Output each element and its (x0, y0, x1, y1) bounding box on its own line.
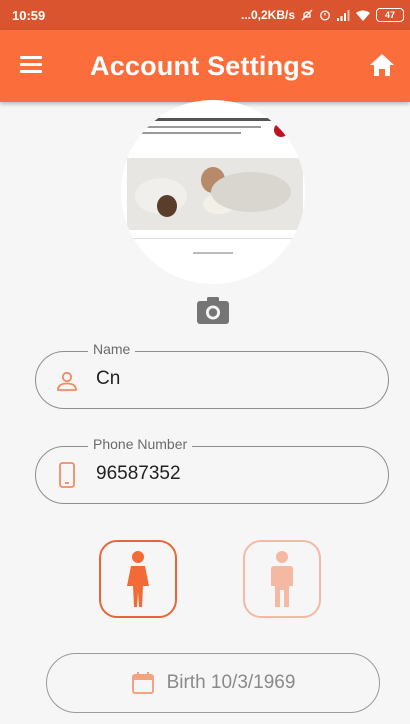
female-gender-button[interactable] (99, 540, 177, 618)
birth-date-button[interactable]: Birth 10/3/1969 (46, 653, 380, 713)
male-icon (271, 551, 293, 607)
name-field[interactable]: Name (35, 341, 389, 409)
birth-date-text: Birth 10/3/1969 (166, 672, 296, 693)
status-time: 10:59 (12, 7, 46, 23)
phone-input[interactable] (96, 463, 356, 485)
signal-icon (337, 9, 350, 21)
page-title: Account Settings (90, 51, 316, 81)
female-icon (127, 551, 149, 607)
camera-icon[interactable] (197, 296, 229, 324)
hamburger-menu-icon[interactable] (20, 56, 42, 74)
male-gender-button[interactable] (243, 540, 321, 618)
person-icon (57, 371, 77, 391)
home-icon[interactable] (368, 52, 396, 78)
mute-icon (301, 9, 313, 21)
phone-field-label: Phone Number (88, 436, 193, 452)
calendar-icon (131, 672, 154, 694)
app-bar: Account Settings (0, 30, 410, 102)
phone-icon (59, 462, 75, 488)
profile-avatar[interactable] (121, 100, 305, 284)
name-input[interactable] (96, 368, 356, 390)
name-field-label: Name (88, 341, 136, 357)
avatar-photo (121, 100, 305, 284)
network-speed: ...0,2KB/s (240, 8, 295, 22)
status-indicators: ...0,2KB/s 47 (241, 8, 404, 22)
alarm-icon (320, 10, 330, 21)
wifi-icon (356, 10, 370, 21)
battery-level: 47 (376, 8, 404, 22)
status-bar: 10:59 ...0,2KB/s 47 (0, 0, 410, 30)
phone-field[interactable]: Phone Number (35, 436, 389, 504)
